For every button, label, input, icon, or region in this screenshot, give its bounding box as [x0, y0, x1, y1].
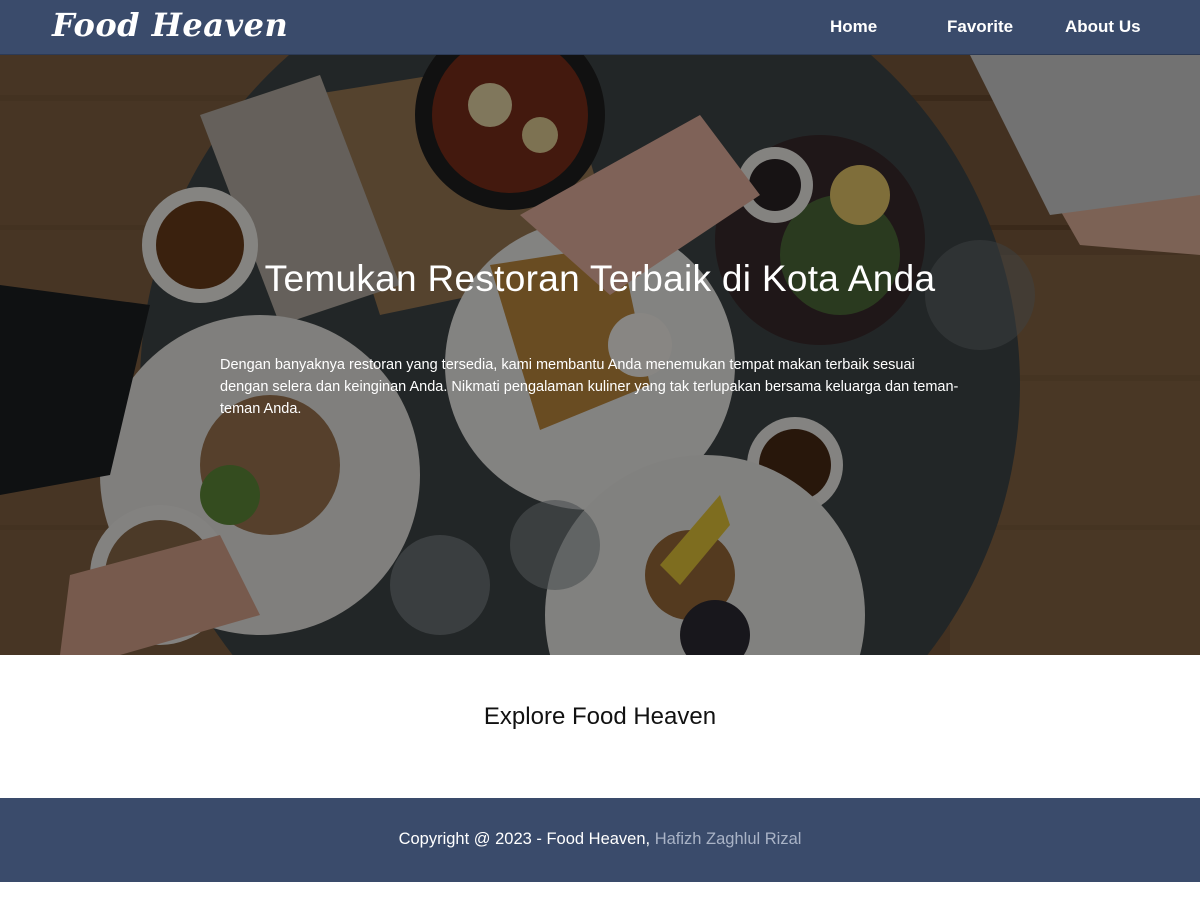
- footer-copyright: Copyright @ 2023 - Food Heaven,: [398, 830, 655, 848]
- footer-text: Copyright @ 2023 - Food Heaven, Hafizh Z…: [0, 830, 1200, 849]
- nav-link-about-us[interactable]: About Us: [1065, 17, 1141, 37]
- hero-title: Temukan Restoran Terbaik di Kota Anda: [264, 258, 936, 299]
- navbar: Food Heaven Home Favorite About Us: [0, 0, 1200, 55]
- explore-title: Explore Food Heaven: [483, 703, 717, 730]
- nav-link-home[interactable]: Home: [830, 17, 877, 37]
- explore-section: Explore Food Heaven: [0, 655, 1200, 798]
- hero-section: Temukan Restoran Terbaik di Kota Anda De…: [0, 55, 1200, 655]
- footer: Copyright @ 2023 - Food Heaven, Hafizh Z…: [0, 798, 1200, 882]
- site-logo[interactable]: Food Heaven: [52, 6, 288, 44]
- footer-author-link[interactable]: Hafizh Zaghlul Rizal: [655, 830, 802, 848]
- hero-description: Dengan banyaknya restoran yang tersedia,…: [220, 357, 959, 417]
- nav-link-favorite[interactable]: Favorite: [947, 17, 1013, 37]
